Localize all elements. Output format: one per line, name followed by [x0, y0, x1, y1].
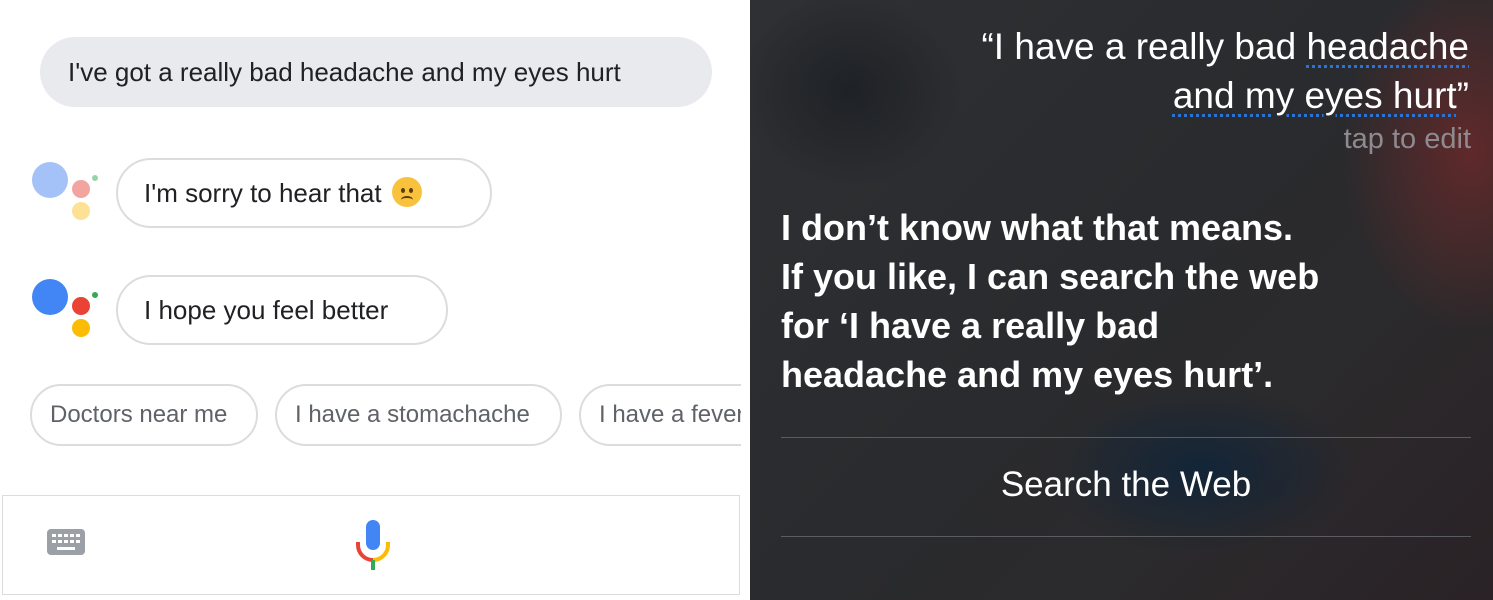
- quote-close: ”: [1456, 75, 1469, 116]
- chip-stomachache[interactable]: I have a stomachache: [275, 384, 562, 446]
- siri-panel: “I have a really bad headache and my eye…: [750, 0, 1493, 600]
- assistant-reply-sorry: I'm sorry to hear that: [116, 158, 492, 228]
- worried-face-emoji-icon: [391, 177, 422, 208]
- divider-bottom: [781, 536, 1471, 537]
- assistant-reply-feel-better: I hope you feel better: [116, 275, 448, 345]
- answer-line: for ‘I have a really bad: [781, 305, 1160, 346]
- answer-line: If you like, I can search the web: [781, 256, 1320, 297]
- microphone-icon[interactable]: [353, 518, 393, 572]
- google-assistant-panel: I've got a really bad headache and my ey…: [0, 0, 750, 600]
- assistant-logo-faded-icon: [32, 162, 102, 222]
- quote-underlined-eyes-hurt: and my eyes hurt: [1172, 75, 1457, 116]
- search-the-web-button[interactable]: Search the Web: [781, 465, 1471, 505]
- input-bar: [2, 495, 740, 595]
- quote-text: “I have a really bad: [981, 26, 1307, 67]
- answer-line: headache and my eyes hurt’.: [781, 354, 1274, 395]
- suggestion-chips-row: Doctors near me I have a stomachache I h…: [0, 380, 741, 450]
- quote-underlined-headache: headache: [1306, 26, 1469, 67]
- siri-answer: I don’t know what that means. If you lik…: [781, 203, 1421, 399]
- reply-text: I'm sorry to hear that: [144, 178, 382, 208]
- chip-fever[interactable]: I have a fever: [579, 384, 741, 446]
- assistant-logo-icon: [32, 279, 102, 339]
- answer-line: I don’t know what that means.: [781, 207, 1294, 248]
- siri-user-quote[interactable]: “I have a really bad headache and my eye…: [909, 22, 1469, 120]
- user-query-bubble: I've got a really bad headache and my ey…: [40, 37, 712, 107]
- tap-to-edit-link[interactable]: tap to edit: [1344, 123, 1471, 156]
- divider-top: [781, 437, 1471, 438]
- chip-doctors-near-me[interactable]: Doctors near me: [30, 384, 258, 446]
- keyboard-icon[interactable]: [47, 529, 85, 555]
